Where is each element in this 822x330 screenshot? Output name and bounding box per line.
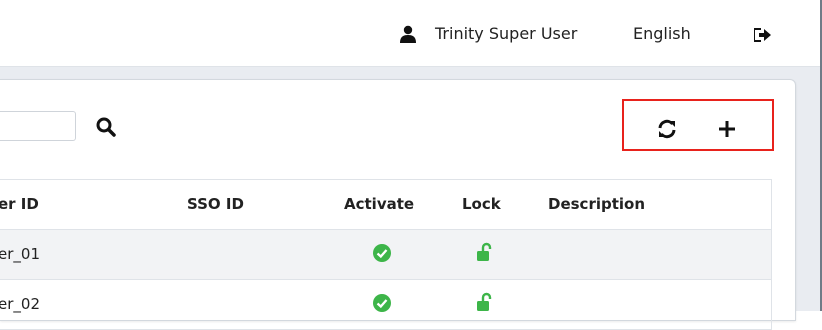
user-list-panel: er ID SSO ID Activate Lock Description e… xyxy=(0,79,796,330)
table-row[interactable]: er_01 xyxy=(0,230,771,280)
plus-icon[interactable] xyxy=(716,118,738,140)
highlight-box xyxy=(622,99,774,151)
unlock-icon[interactable] xyxy=(476,242,492,262)
language-selector[interactable]: English xyxy=(633,24,691,44)
refresh-icon[interactable] xyxy=(656,118,678,140)
user-name[interactable]: Trinity Super User xyxy=(435,24,577,44)
search-input[interactable] xyxy=(0,111,76,141)
column-header-lock[interactable]: Lock xyxy=(462,195,501,213)
top-navbar: Trinity Super User English xyxy=(0,0,820,67)
user-id-cell: er_02 xyxy=(0,295,40,313)
check-circle-icon xyxy=(373,244,391,262)
column-header-activate[interactable]: Activate xyxy=(344,195,414,213)
column-header-user-id[interactable]: er ID xyxy=(0,195,39,213)
user-id-cell: er_01 xyxy=(0,245,40,263)
table-row[interactable]: er_02 xyxy=(0,280,771,330)
user-table: er ID SSO ID Activate Lock Description e… xyxy=(0,179,772,330)
check-circle-icon xyxy=(373,294,391,312)
search-icon[interactable] xyxy=(95,116,117,138)
unlock-icon[interactable] xyxy=(476,292,492,312)
user-icon[interactable] xyxy=(399,25,417,43)
table-header: er ID SSO ID Activate Lock Description xyxy=(0,180,771,230)
logout-icon[interactable] xyxy=(754,28,772,42)
column-header-sso-id[interactable]: SSO ID xyxy=(187,195,244,213)
column-header-description[interactable]: Description xyxy=(548,195,645,213)
